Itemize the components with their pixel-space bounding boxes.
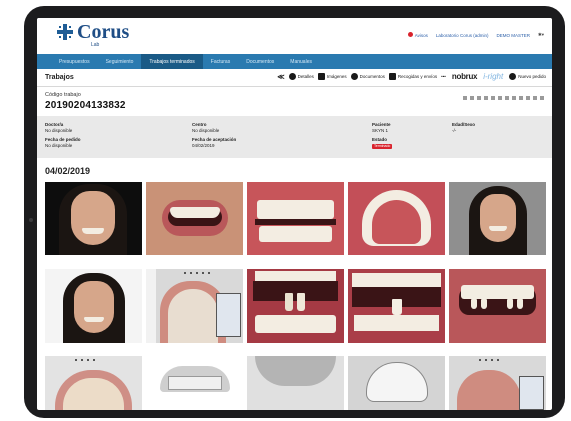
toolbar-actions: ≪ Detalles Imágenes Documentos Recogidas… (277, 72, 546, 81)
shade-tab-thumbnail[interactable] (247, 269, 344, 343)
nuevo-pedido-button[interactable]: Nuevo pedido (509, 73, 546, 80)
mini-icon[interactable] (484, 96, 488, 100)
documentos-button[interactable]: Documentos (350, 73, 385, 80)
logo-subtitle: Lab (91, 42, 100, 48)
back-icon[interactable]: ≪ (277, 73, 284, 81)
mini-icon[interactable] (491, 96, 495, 100)
mini-icon[interactable] (498, 96, 502, 100)
occlusal-upper-thumbnail[interactable] (348, 182, 445, 255)
patient-portrait-thumbnail[interactable] (45, 269, 142, 343)
recogidas-button[interactable]: Recogidas y envíos (388, 73, 437, 80)
patient-smile-thumbnail[interactable] (449, 182, 546, 255)
camera-icon (317, 73, 325, 80)
patient-photo-thumbnail[interactable] (45, 182, 142, 255)
toolbar: Trabajos ≪ Detalles Imágenes Documentos … (37, 69, 552, 87)
lab-selector[interactable]: Laboratorio Corus (admin) (436, 33, 489, 38)
mini-icon[interactable] (540, 96, 544, 100)
tab-manuales[interactable]: Manuales (282, 54, 320, 69)
tablet-frame: Corus Lab Avisos Laboratorio Corus (admi… (24, 6, 565, 418)
model-3d-thumbnail[interactable] (146, 356, 243, 410)
work-details-panel: Doctor/a No disponible Centro No disponibl… (37, 116, 552, 158)
fecha-aceptacion-field: Fecha de aceptación 04/02/2019 (192, 137, 237, 148)
doctor-field: Doctor/a No disponible (45, 122, 73, 133)
nobrux-link[interactable]: nobrux (452, 72, 478, 81)
user-menu: Avisos Laboratorio Corus (admin) DEMO MA… (407, 32, 544, 38)
plus-icon (509, 73, 517, 80)
mini-icon[interactable] (463, 96, 467, 100)
brand-bar: Corus Lab Avisos Laboratorio Corus (admi… (37, 18, 552, 54)
work-code: 20190204133832 (45, 100, 126, 111)
mini-icon[interactable] (470, 96, 474, 100)
notifications-link[interactable]: Avisos (407, 32, 428, 38)
alert-icon (407, 32, 413, 37)
gallery-date: 04/02/2019 (45, 166, 91, 176)
logo-text: Corus (77, 21, 130, 43)
digital-design-thumbnail[interactable] (146, 269, 243, 343)
paciente-field: Paciente SKYN 1 (372, 122, 391, 133)
fecha-pedido-field: Fecha de pedido No disponible (45, 137, 81, 148)
tab-documentos[interactable]: Documentos (238, 54, 282, 69)
estado-field: Estado Terminado (372, 137, 393, 149)
camera-dot (29, 218, 33, 222)
mini-icon[interactable] (477, 96, 481, 100)
edad-field: Edad/Sexo -/- (452, 122, 476, 133)
teeth-frontal-thumbnail[interactable] (247, 182, 344, 255)
model-white-thumbnail[interactable] (348, 356, 445, 410)
corus-logo-icon (57, 24, 73, 40)
mini-icon[interactable] (533, 96, 537, 100)
iright-link[interactable]: i-right (483, 72, 503, 81)
scan-upper-thumbnail[interactable] (45, 356, 142, 410)
settings-icon[interactable]: ✱▾ (538, 32, 544, 38)
imagenes-button[interactable]: Imágenes (317, 73, 347, 80)
model-grey-thumbnail[interactable] (247, 356, 344, 410)
document-icon (350, 73, 358, 80)
tab-trabajos-terminados[interactable]: Trabajos terminados (141, 54, 203, 69)
detalles-button[interactable]: Detalles (288, 73, 314, 80)
truck-icon (388, 73, 396, 80)
info-icon (288, 73, 296, 80)
shade-check-thumbnail[interactable] (348, 269, 445, 343)
tab-presupuestos[interactable]: Presupuestos (51, 54, 98, 69)
digital-design-lower-thumbnail[interactable] (449, 356, 546, 410)
mini-action-icons (463, 96, 544, 100)
app-screen: Corus Lab Avisos Laboratorio Corus (admi… (37, 18, 552, 410)
logo[interactable]: Corus (57, 21, 130, 43)
mini-icon[interactable] (526, 96, 530, 100)
mini-icon[interactable] (519, 96, 523, 100)
main-nav: Presupuestos Seguimiento Trabajos termin… (37, 54, 552, 69)
centro-field: Centro No disponible (192, 122, 220, 133)
page-title: Trabajos (45, 74, 74, 81)
code-label: Código trabajo (45, 92, 81, 98)
smile-closeup-thumbnail[interactable] (146, 182, 243, 255)
user-dropdown[interactable]: DEMO MASTER (496, 33, 530, 38)
mini-icon[interactable] (505, 96, 509, 100)
more-button[interactable]: ••• (441, 74, 446, 79)
mini-icon[interactable] (512, 96, 516, 100)
tab-facturas[interactable]: Facturas (203, 54, 238, 69)
gap-teeth-thumbnail[interactable] (449, 269, 546, 343)
status-badge: Terminado (372, 144, 393, 149)
tab-seguimiento[interactable]: Seguimiento (98, 54, 142, 69)
